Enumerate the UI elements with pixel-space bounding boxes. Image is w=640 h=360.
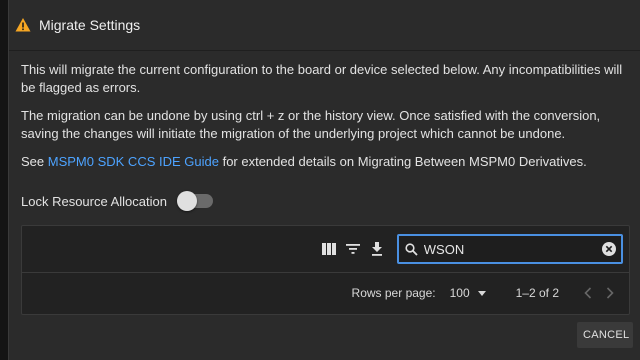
lock-resource-label: Lock Resource Allocation	[21, 193, 167, 209]
pagination-range: 1–2 of 2	[515, 286, 559, 300]
table-pagination: Rows per page: 100 1–2 of 2	[22, 273, 629, 313]
search-icon	[403, 242, 420, 256]
warning-icon	[15, 17, 31, 33]
dialog-title: Migrate Settings	[39, 17, 141, 33]
columns-icon[interactable]	[317, 237, 341, 261]
rows-per-page-select[interactable]: 100	[450, 286, 486, 300]
chevron-down-icon	[477, 290, 486, 296]
next-page-button[interactable]	[599, 282, 621, 304]
table-toolbar	[22, 226, 629, 273]
lock-resource-toggle[interactable]	[176, 191, 213, 211]
toggle-thumb	[176, 191, 197, 211]
chevron-right-icon	[606, 287, 614, 299]
clear-search-icon[interactable]	[602, 239, 617, 259]
rows-per-page-label: Rows per page:	[351, 286, 436, 300]
download-icon[interactable]	[365, 237, 389, 261]
results-table: Rows per page: 100 1–2 of 2	[21, 225, 630, 315]
paragraph-3-prefix: See	[21, 154, 48, 169]
cancel-button[interactable]: CANCEL	[577, 322, 633, 348]
search-field	[397, 234, 623, 264]
description-paragraph-2: The migration can be undone by using ctr…	[21, 108, 601, 141]
chevron-left-icon	[584, 287, 592, 299]
description-paragraph-3: See MSPM0 SDK CCS IDE Guide for extended…	[21, 153, 629, 171]
search-input[interactable]	[419, 240, 602, 258]
filter-icon[interactable]	[341, 237, 365, 261]
previous-page-button[interactable]	[577, 282, 599, 304]
sdk-guide-link[interactable]: MSPM0 SDK CCS IDE Guide	[48, 154, 219, 169]
lock-resource-row: Lock Resource Allocation	[21, 191, 629, 211]
dialog-title-bar: Migrate Settings	[9, 0, 640, 51]
migrate-settings-dialog: Migrate Settings This will migrate the c…	[8, 0, 640, 360]
description-paragraph-1: This will migrate the current configurat…	[21, 62, 623, 95]
paragraph-3-suffix: for extended details on Migrating Betwee…	[218, 154, 587, 169]
rows-per-page-value: 100	[449, 286, 470, 300]
dialog-content: This will migrate the current configurat…	[9, 51, 640, 211]
